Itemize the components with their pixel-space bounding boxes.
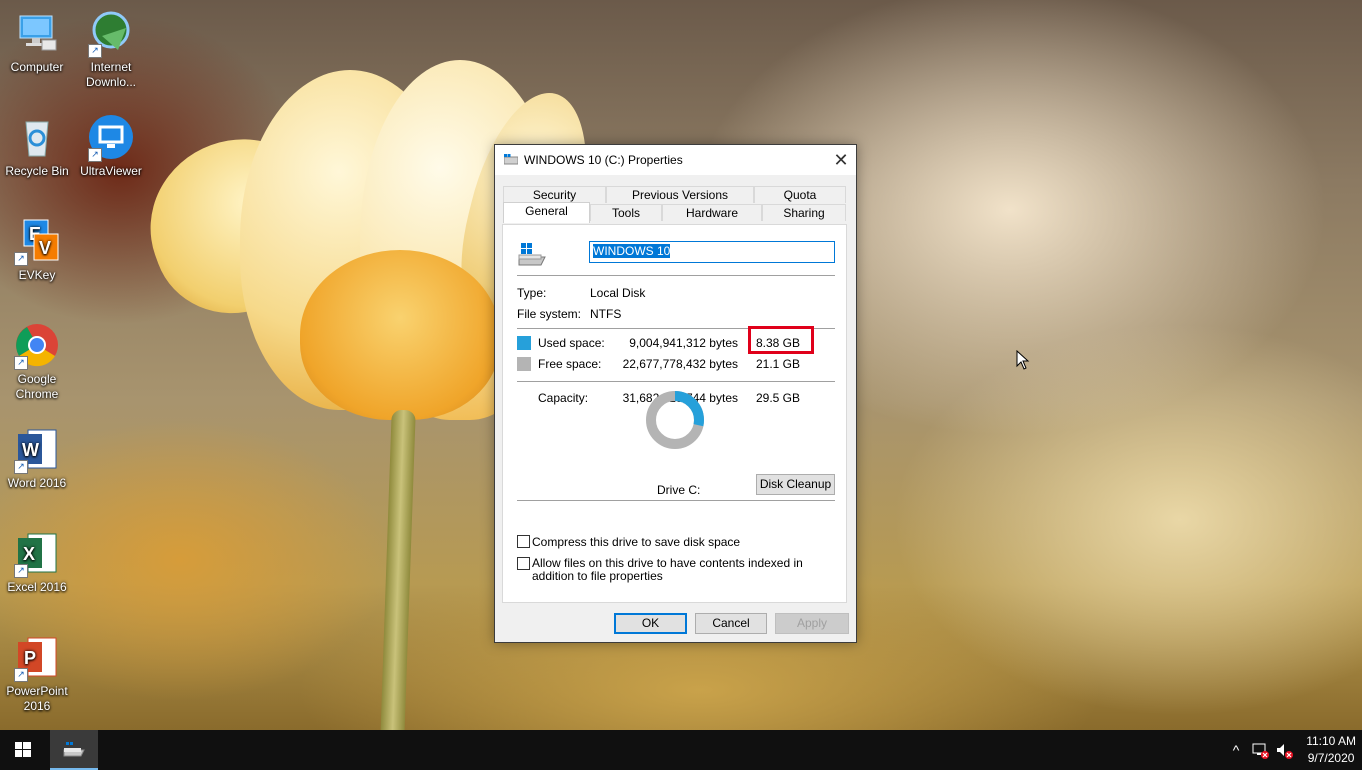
free-space-swatch	[517, 357, 531, 371]
desktop-icon-label: Google Chrome	[15, 372, 59, 401]
computer-icon	[14, 10, 60, 56]
svg-text:P: P	[24, 648, 36, 668]
free-space-label: Free space:	[538, 357, 602, 371]
drive-icon	[63, 742, 85, 757]
windows-logo-icon	[15, 742, 31, 757]
used-space-label: Used space:	[538, 336, 605, 350]
start-button[interactable]	[0, 730, 46, 770]
shortcut-arrow-icon: ↗	[88, 44, 102, 58]
desktop-icon-ultraviewer[interactable]: ↗ UltraViewer	[74, 114, 148, 179]
disk-usage-donut-chart	[646, 391, 704, 449]
desktop-icon-label: Recycle Bin	[5, 164, 69, 178]
tab-quota[interactable]: Quota	[754, 186, 846, 203]
tab-previous-versions[interactable]: Previous Versions	[606, 186, 754, 203]
divider	[517, 381, 835, 382]
drive-large-icon	[518, 243, 546, 266]
tab-tools[interactable]: Tools	[590, 204, 662, 221]
divider	[517, 500, 835, 501]
compress-drive-checkbox[interactable]	[517, 535, 530, 548]
tab-general[interactable]: General	[503, 202, 590, 223]
desktop-icon-label: UltraViewer	[80, 164, 142, 178]
desktop-icon-recycle-bin[interactable]: Recycle Bin	[0, 114, 74, 179]
ok-button[interactable]: OK	[614, 613, 687, 634]
index-contents-label: Allow files on this drive to have conten…	[532, 556, 803, 583]
used-space-highlight-box	[748, 326, 814, 354]
capacity-gb: 29.5 GB	[755, 391, 800, 405]
shortcut-arrow-icon: ↗	[14, 356, 28, 370]
clock-date: 9/7/2020	[1307, 751, 1355, 765]
disk-cleanup-button[interactable]: Disk Cleanup	[756, 474, 835, 495]
type-value: Local Disk	[590, 286, 646, 300]
mouse-pointer-icon	[1016, 350, 1030, 370]
free-space-bytes: 22,677,778,432 bytes	[622, 357, 738, 371]
system-clock[interactable]: 11:10 AM 9/7/2020	[1306, 733, 1356, 767]
excel-icon: X ↗	[14, 530, 60, 578]
powerpoint-icon: P ↗	[14, 634, 60, 682]
file-system-label: File system:	[517, 307, 582, 321]
cancel-button[interactable]: Cancel	[695, 613, 767, 634]
taskbar-app-drive-properties[interactable]	[50, 730, 98, 770]
taskbar: ^ 11:10 AM 9/7/2020	[0, 730, 1362, 770]
network-disconnected-icon[interactable]	[1251, 741, 1269, 759]
index-contents-checkbox[interactable]	[517, 557, 530, 570]
evkey-icon: EV ↗	[14, 218, 60, 266]
desktop-icon-label: Excel 2016	[7, 580, 67, 594]
desktop-icon-powerpoint[interactable]: P ↗ PowerPoint 2016	[0, 634, 74, 714]
ultraviewer-icon: ↗	[88, 114, 134, 162]
shortcut-arrow-icon: ↗	[14, 668, 28, 682]
show-hidden-icons-chevron-icon[interactable]: ^	[1227, 741, 1245, 759]
shortcut-arrow-icon: ↗	[14, 252, 28, 266]
volume-name-input[interactable]: WINDOWS 10	[589, 241, 835, 263]
title-bar[interactable]: WINDOWS 10 (C:) Properties ✕	[495, 145, 856, 175]
desktop-icon-label: Word 2016	[7, 476, 67, 490]
drive-label: Drive C:	[657, 483, 701, 497]
desktop-icon-excel[interactable]: X ↗ Excel 2016	[0, 530, 74, 595]
desktop-icon-computer[interactable]: Computer	[0, 10, 74, 75]
dialog-title: WINDOWS 10 (C:) Properties	[524, 153, 683, 167]
shortcut-arrow-icon: ↗	[88, 148, 102, 162]
volume-name-selected-text: WINDOWS 10	[593, 244, 671, 258]
internet-download-manager-icon: ↗	[88, 10, 134, 58]
apply-button[interactable]: Apply	[775, 613, 849, 634]
compress-drive-label: Compress this drive to save disk space	[532, 535, 741, 549]
tab-row-front: General Tools Hardware Sharing	[503, 202, 848, 223]
svg-text:W: W	[22, 440, 39, 460]
desktop-icon-label: EVKey	[18, 268, 56, 282]
desktop-icon-label: Internet Downlo...	[85, 60, 137, 89]
used-space-swatch	[517, 336, 531, 350]
shortcut-arrow-icon: ↗	[14, 564, 28, 578]
desktop-icon-google-chrome[interactable]: ↗ Google Chrome	[0, 322, 74, 402]
divider	[517, 275, 835, 276]
svg-text:X: X	[23, 544, 35, 564]
drive-icon	[504, 154, 518, 165]
desktop-icon-label: PowerPoint 2016	[6, 684, 68, 713]
desktop-icon-internet-download-manager[interactable]: ↗ Internet Downlo...	[74, 10, 148, 90]
capacity-label: Capacity:	[538, 391, 589, 405]
close-button[interactable]: ✕	[826, 145, 856, 175]
shortcut-arrow-icon: ↗	[14, 460, 28, 474]
type-label: Type:	[517, 286, 547, 300]
volume-muted-icon[interactable]	[1275, 741, 1293, 759]
desktop-icon-evkey[interactable]: EV ↗ EVKey	[0, 218, 74, 283]
recycle-bin-icon	[14, 114, 60, 160]
clock-time: 11:10 AM	[1306, 734, 1356, 748]
tab-sharing[interactable]: Sharing	[762, 204, 846, 221]
file-system-value: NTFS	[590, 307, 622, 321]
desktop-icon-label: Computer	[10, 60, 64, 74]
tab-security[interactable]: Security	[503, 186, 606, 203]
used-space-bytes: 9,004,941,312 bytes	[629, 336, 738, 350]
tab-hardware[interactable]: Hardware	[662, 204, 762, 221]
desktop-icon-word[interactable]: W ↗ Word 2016	[0, 426, 74, 491]
general-tab-panel: WINDOWS 10 Type: Local Disk File system:…	[502, 224, 847, 603]
svg-text:V: V	[39, 238, 51, 258]
free-space-gb: 21.1 GB	[755, 357, 800, 371]
chrome-icon: ↗	[14, 322, 60, 370]
word-icon: W ↗	[14, 426, 60, 474]
properties-dialog: WINDOWS 10 (C:) Properties ✕ Security Pr…	[494, 144, 857, 643]
